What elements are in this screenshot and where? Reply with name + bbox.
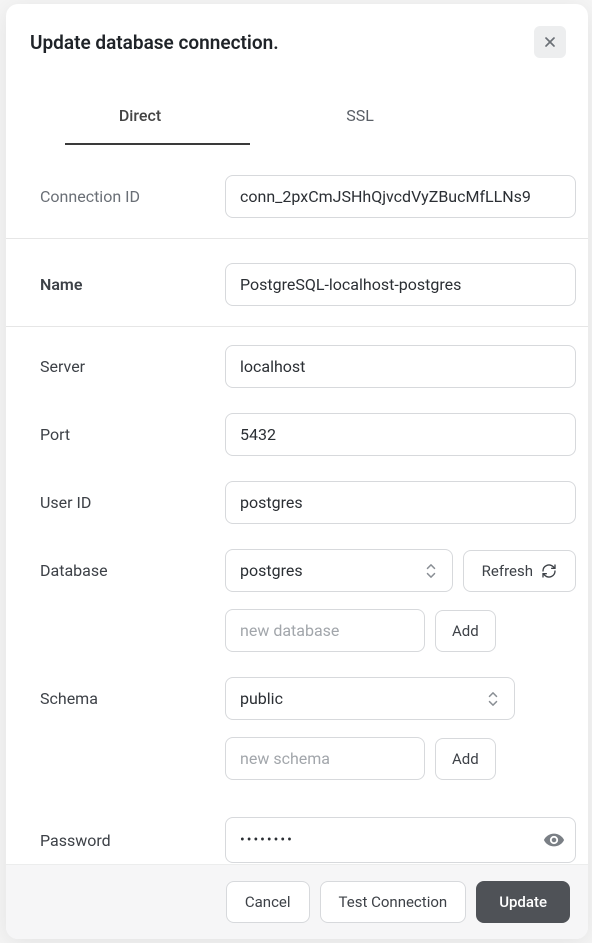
row-name: Name xyxy=(6,239,588,327)
cancel-button[interactable]: Cancel xyxy=(226,881,310,923)
chevron-up-down-icon xyxy=(424,562,438,580)
server-input[interactable] xyxy=(225,345,576,388)
label-name: Name xyxy=(40,275,225,294)
database-select-value: postgres xyxy=(240,561,303,580)
test-connection-button[interactable]: Test Connection xyxy=(320,881,467,923)
row-schema: Schema public xyxy=(6,665,588,733)
password-mask: •••••••• xyxy=(240,832,294,848)
eye-icon[interactable] xyxy=(543,829,565,851)
close-icon xyxy=(542,34,558,50)
connection-id-input[interactable] xyxy=(225,175,576,218)
row-password: Password •••••••• xyxy=(6,793,588,864)
modal-footer: Cancel Test Connection Update xyxy=(6,864,588,939)
add-database-button[interactable]: Add xyxy=(435,610,496,652)
row-user-id: User ID xyxy=(6,469,588,537)
tab-direct[interactable]: Direct xyxy=(30,96,250,145)
port-input[interactable] xyxy=(225,413,576,456)
refresh-icon xyxy=(541,563,557,579)
label-user-id: User ID xyxy=(40,493,225,512)
row-connection-id: Connection ID xyxy=(6,145,588,239)
new-database-input[interactable] xyxy=(225,609,425,652)
close-button[interactable] xyxy=(534,26,566,58)
schema-select[interactable]: public xyxy=(225,677,515,720)
database-select[interactable]: postgres xyxy=(225,549,453,592)
label-port: Port xyxy=(40,425,225,444)
update-connection-modal: Update database connection. Direct SSL C… xyxy=(6,4,588,939)
label-password: Password xyxy=(40,831,225,850)
refresh-database-button[interactable]: Refresh xyxy=(463,550,576,592)
user-id-input[interactable] xyxy=(225,481,576,524)
label-database: Database xyxy=(40,561,225,580)
label-schema: Schema xyxy=(40,689,225,708)
schema-select-value: public xyxy=(240,689,283,708)
label-connection-id: Connection ID xyxy=(40,187,225,206)
tab-ssl[interactable]: SSL xyxy=(250,96,470,145)
row-new-database: Add xyxy=(6,605,588,665)
modal-body: Connection ID Name Server Port User ID xyxy=(6,145,588,864)
modal-title: Update database connection. xyxy=(30,31,279,54)
password-input-wrap[interactable]: •••••••• xyxy=(225,817,576,863)
new-schema-input[interactable] xyxy=(225,737,425,780)
row-port: Port xyxy=(6,401,588,469)
chevron-up-down-icon xyxy=(486,690,500,708)
row-database: Database postgres Refresh xyxy=(6,537,588,605)
add-schema-button[interactable]: Add xyxy=(435,738,496,780)
row-new-schema: Add xyxy=(6,733,588,793)
refresh-label: Refresh xyxy=(482,562,533,580)
tab-list: Direct SSL xyxy=(6,68,588,145)
name-input[interactable] xyxy=(225,263,576,306)
modal-header: Update database connection. xyxy=(6,4,588,68)
row-server: Server xyxy=(6,327,588,401)
update-button[interactable]: Update xyxy=(476,881,570,923)
label-server: Server xyxy=(40,357,225,376)
